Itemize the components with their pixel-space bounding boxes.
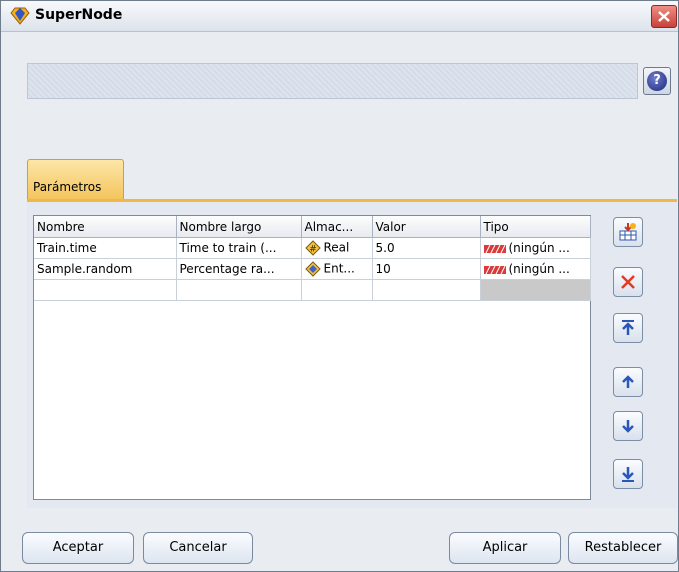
column-header-almacenamiento[interactable]: Almac... bbox=[301, 216, 373, 238]
question-mark-icon: ? bbox=[647, 71, 667, 91]
supernode-dialog: SuperNode ? Parámetros Nombre Nombre lar… bbox=[0, 0, 679, 572]
cell-valor[interactable]: 5.0 bbox=[372, 237, 481, 259]
move-to-top-icon bbox=[622, 320, 634, 335]
column-header-nombre[interactable]: Nombre bbox=[34, 216, 177, 238]
cell-empty[interactable] bbox=[176, 279, 302, 301]
move-down-button[interactable] bbox=[613, 411, 643, 441]
move-to-bottom-icon bbox=[622, 467, 634, 482]
cell-nombre-largo[interactable]: Percentage ra... bbox=[176, 258, 302, 280]
tab-parametros[interactable]: Parámetros bbox=[27, 159, 124, 200]
delete-icon bbox=[621, 275, 635, 289]
reset-button[interactable]: Restablecer bbox=[568, 532, 678, 564]
cell-empty-disabled bbox=[480, 279, 591, 301]
supernode-icon bbox=[10, 7, 30, 25]
type-label: (ningún ... bbox=[508, 241, 570, 255]
cell-nombre[interactable]: Train.time bbox=[34, 237, 177, 259]
cell-empty[interactable] bbox=[301, 279, 373, 301]
move-down-icon bbox=[622, 420, 634, 433]
column-header-tipo[interactable]: Tipo bbox=[480, 216, 591, 238]
help-button[interactable]: ? bbox=[643, 67, 671, 95]
column-header-valor[interactable]: Valor bbox=[372, 216, 481, 238]
column-header-nombre-largo[interactable]: Nombre largo bbox=[176, 216, 302, 238]
ok-button[interactable]: Aceptar bbox=[22, 532, 134, 564]
storage-label: Ent... bbox=[323, 261, 355, 276]
storage-label: Real bbox=[323, 240, 350, 255]
svg-text:#: # bbox=[309, 245, 317, 255]
cell-almacenamiento[interactable]: # Real bbox=[301, 237, 373, 259]
cell-nombre-largo[interactable]: Time to train (... bbox=[176, 237, 302, 259]
apply-button[interactable]: Aplicar bbox=[449, 532, 561, 564]
real-storage-icon: # bbox=[304, 240, 321, 256]
cell-tipo[interactable]: (ningún ... bbox=[480, 258, 591, 280]
cell-tipo[interactable]: (ningún ... bbox=[480, 237, 591, 259]
add-parameter-icon bbox=[619, 223, 637, 241]
integer-storage-icon bbox=[304, 261, 321, 277]
move-to-top-button[interactable] bbox=[613, 313, 643, 343]
type-label: (ningún ... bbox=[508, 262, 570, 276]
tab-label: Parámetros bbox=[33, 180, 102, 194]
move-up-icon bbox=[622, 375, 634, 388]
cell-empty[interactable] bbox=[34, 279, 177, 301]
cell-almacenamiento[interactable]: Ent... bbox=[301, 258, 373, 280]
table-row[interactable]: Train.time Time to train (... # Real 5.0 bbox=[34, 237, 591, 259]
move-to-bottom-button[interactable] bbox=[613, 459, 643, 489]
parameters-table: Nombre Nombre largo Almac... Valor Tipo … bbox=[33, 215, 591, 500]
window-title: SuperNode bbox=[35, 7, 123, 23]
range-type-icon bbox=[483, 244, 506, 253]
close-button[interactable] bbox=[651, 5, 677, 28]
table-row-empty[interactable] bbox=[34, 279, 591, 301]
cell-nombre[interactable]: Sample.random bbox=[34, 258, 177, 280]
toolbar bbox=[27, 63, 638, 99]
range-type-icon bbox=[483, 265, 506, 274]
delete-button[interactable] bbox=[613, 267, 643, 297]
table-row[interactable]: Sample.random Percentage ra... Ent... 10 bbox=[34, 258, 591, 280]
cancel-button[interactable]: Cancelar bbox=[143, 532, 253, 564]
table-header-row: Nombre Nombre largo Almac... Valor Tipo bbox=[34, 216, 591, 238]
move-up-button[interactable] bbox=[613, 367, 643, 397]
title-bar: SuperNode bbox=[1, 1, 678, 32]
add-parameter-button[interactable] bbox=[613, 217, 643, 247]
close-icon bbox=[658, 11, 670, 22]
cell-valor[interactable]: 10 bbox=[372, 258, 481, 280]
cell-empty[interactable] bbox=[372, 279, 481, 301]
